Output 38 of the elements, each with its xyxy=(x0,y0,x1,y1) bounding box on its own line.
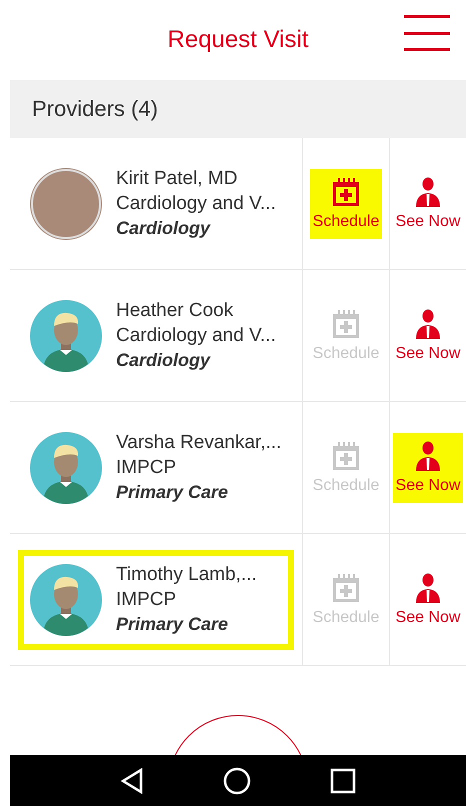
provider-department: IMPCP xyxy=(116,457,178,479)
see-now-button[interactable]: See Now xyxy=(392,432,464,502)
provider-department: Cardiology and V... xyxy=(116,193,276,215)
provider-name: Kirit Patel, MD xyxy=(116,168,238,190)
calendar-plus-icon xyxy=(331,308,361,338)
photo-placeholder xyxy=(30,168,102,240)
provider-specialty: Cardiology xyxy=(116,218,212,239)
avatar-icon xyxy=(30,432,102,504)
see-now-button[interactable]: See Now xyxy=(392,564,464,634)
schedule-button[interactable]: Schedule xyxy=(310,168,382,238)
calendar-plus-icon xyxy=(331,176,361,206)
provider-info[interactable]: Kirit Patel, MD Cardiology and V... Cardiology xyxy=(18,154,294,254)
provider-specialty: Primary Care xyxy=(116,614,230,635)
home-icon[interactable] xyxy=(222,766,251,794)
recents-icon[interactable] xyxy=(330,768,356,794)
calendar-plus-icon xyxy=(331,572,361,602)
avatar-icon xyxy=(30,564,102,636)
see-now-button[interactable]: See Now xyxy=(392,168,464,238)
provider-specialty: Cardiology xyxy=(116,350,212,371)
person-icon xyxy=(414,176,442,206)
page-title: Request Visit xyxy=(168,26,308,54)
provider-name: Varsha Revankar,... xyxy=(116,432,282,454)
provider-name: Timothy Lamb,... xyxy=(116,564,257,586)
back-icon[interactable] xyxy=(120,768,144,794)
avatar-icon xyxy=(30,300,102,372)
provider-department: Cardiology and V... xyxy=(116,325,276,347)
provider-info[interactable]: Timothy Lamb,... IMPCP Primary Care xyxy=(18,550,294,650)
provider-specialty: Primary Care xyxy=(116,482,230,503)
provider-info[interactable]: Heather Cook Cardiology and V... Cardiology xyxy=(18,286,294,386)
calendar-plus-icon xyxy=(331,440,361,470)
provider-department: IMPCP xyxy=(116,589,178,611)
provider-info[interactable]: Varsha Revankar,... IMPCP Primary Care xyxy=(18,418,294,518)
person-icon xyxy=(414,572,442,602)
provider-name: Heather Cook xyxy=(116,300,234,322)
person-icon xyxy=(414,308,442,338)
person-icon xyxy=(414,440,442,470)
see-now-button[interactable]: See Now xyxy=(392,300,464,370)
providers-heading: Providers (4) xyxy=(10,80,466,138)
